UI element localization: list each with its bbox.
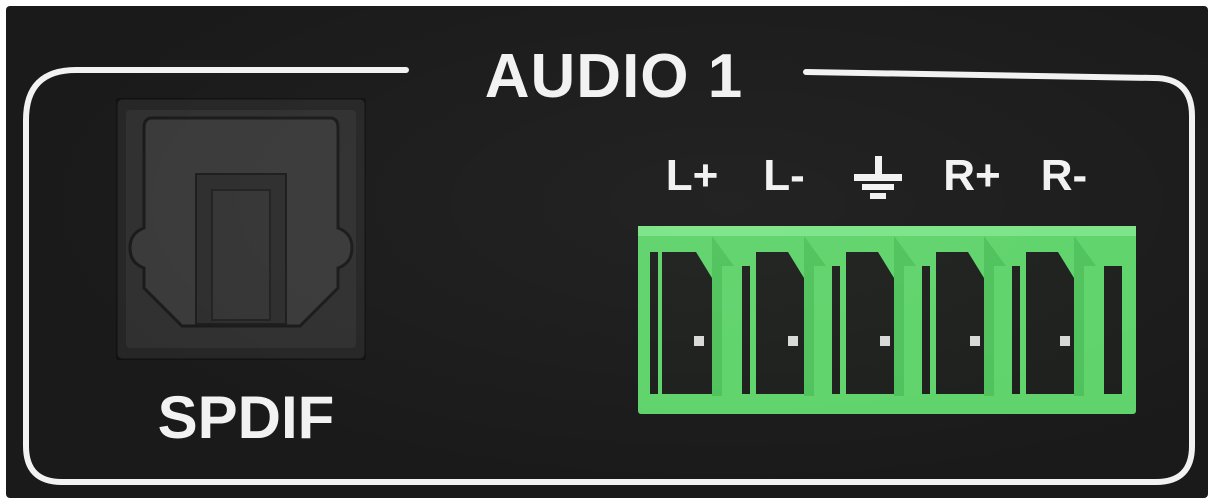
pin-label-l-plus: L+: [665, 151, 719, 200]
audio-panel: AUDIO 1 SPDIF L+ L- R+ R-: [6, 6, 1208, 498]
section-title: AUDIO 1: [484, 42, 744, 111]
pin-label-l-minus: L-: [763, 151, 805, 200]
phoenix-terminal-block[interactable]: [638, 226, 1136, 414]
spdif-optical-port[interactable]: [116, 98, 366, 360]
spdif-label: SPDIF: [157, 384, 335, 451]
pin-label-r-minus: R-: [1040, 151, 1088, 200]
pin-label-r-plus: R+: [943, 151, 1001, 200]
ground-icon: [854, 156, 902, 199]
